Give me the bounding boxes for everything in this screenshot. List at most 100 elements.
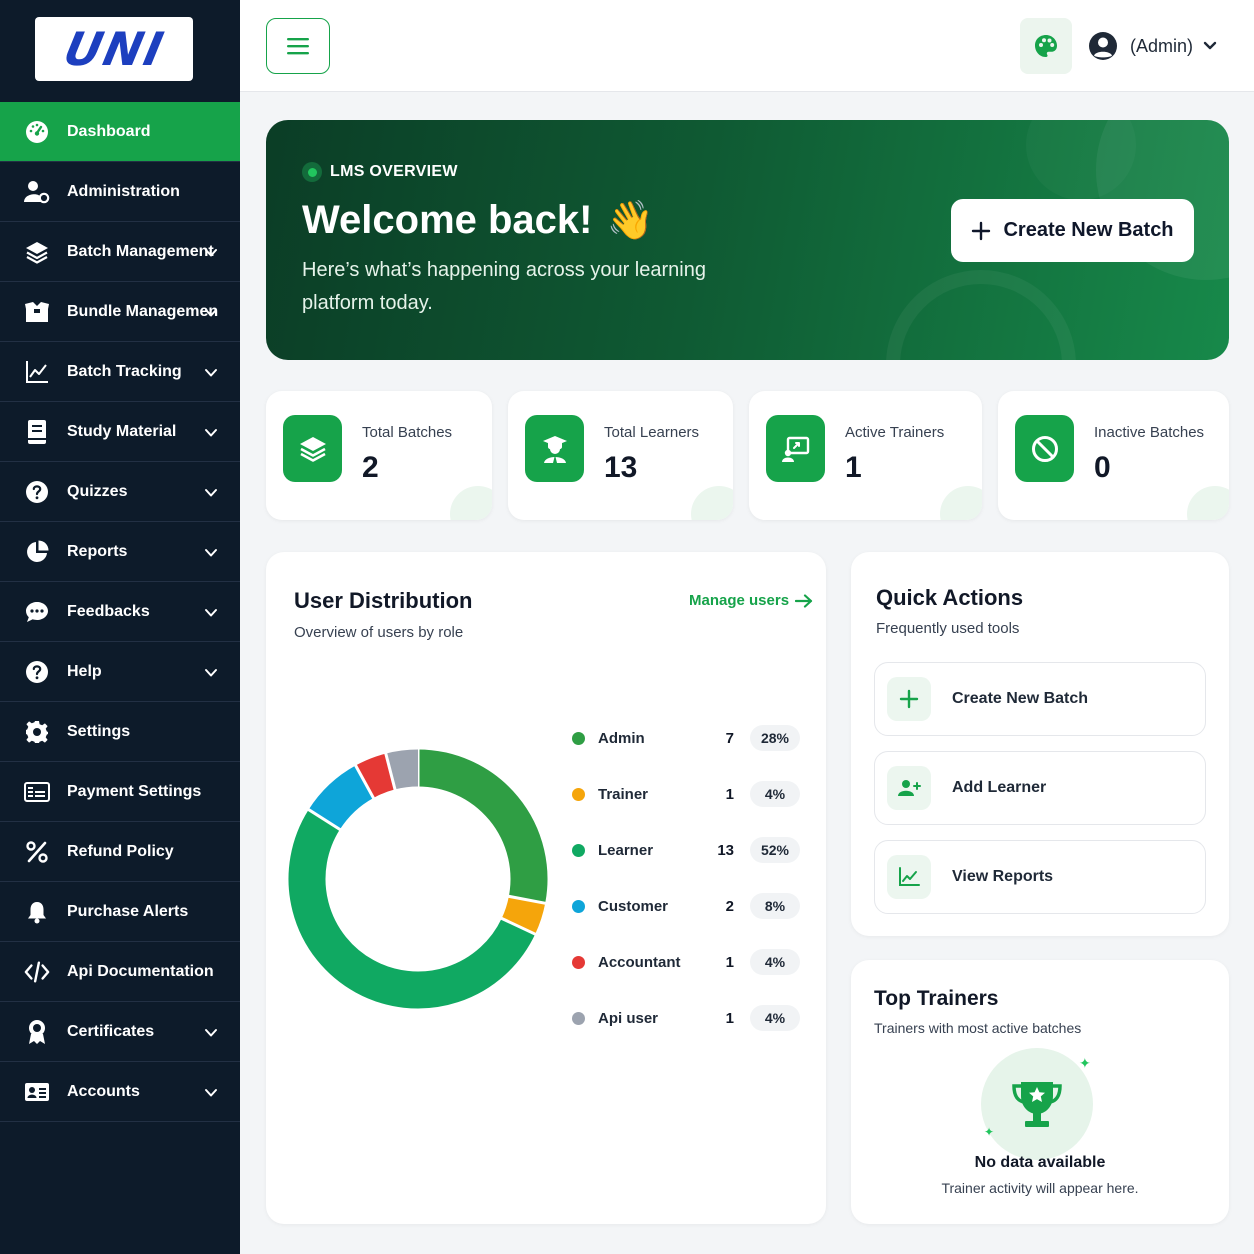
chevron-down-icon[interactable]	[204, 1026, 218, 1044]
sidebar-item-reports[interactable]: Reports	[0, 522, 240, 582]
stat-value: 2	[362, 451, 379, 484]
plus-icon	[887, 677, 931, 721]
topbar: (Admin)	[240, 0, 1254, 92]
donut-slice-admin[interactable]	[417, 749, 548, 904]
sidebar-item-label: Reports	[67, 542, 128, 560]
legend-count: 13	[717, 841, 734, 859]
chevron-down-icon[interactable]	[204, 546, 218, 564]
chevron-down-icon[interactable]	[204, 306, 218, 324]
legend-label: Api user	[598, 1009, 659, 1027]
user-name: (Admin)	[1130, 35, 1194, 56]
ban-icon	[1015, 415, 1074, 482]
chevron-down-icon[interactable]	[204, 486, 218, 504]
legend-percent-badge: 8%	[750, 893, 800, 919]
sidebar-item-purchase-alerts[interactable]: Purchase Alerts	[0, 882, 240, 942]
sidebar-item-dashboard[interactable]: Dashboard	[0, 102, 240, 162]
arrow-right-icon	[795, 593, 813, 608]
logo-text: UNI	[58, 22, 170, 76]
sidebar-item-batch-tracking[interactable]: Batch Tracking	[0, 342, 240, 402]
empty-state-title: No data available	[974, 1154, 1106, 1171]
legend-label: Accountant	[598, 953, 681, 971]
user-plus-icon	[887, 766, 931, 810]
chevron-down-icon[interactable]	[204, 606, 218, 624]
banner-title-text: Welcome back!	[302, 198, 593, 242]
legend-dot	[572, 899, 585, 913]
legend-dot	[572, 731, 585, 745]
sidebar-nav: Dashboard Administration Batch Management B…	[0, 102, 240, 1122]
logo[interactable]: UNI	[35, 17, 193, 81]
id-card-icon	[24, 1079, 50, 1105]
theme-button[interactable]	[1020, 18, 1072, 74]
legend-percent-badge: 4%	[750, 781, 800, 807]
donut-slice-accountant[interactable]	[355, 753, 396, 799]
legend-percent-badge: 4%	[750, 1005, 800, 1031]
sidebar-item-refund-policy[interactable]: Refund Policy	[0, 822, 240, 882]
legend-dot	[572, 955, 585, 969]
quick-action-add-learner[interactable]: Add Learner	[874, 751, 1206, 825]
status-dot-icon	[302, 162, 322, 182]
sidebar-item-payment-settings[interactable]: Payment Settings	[0, 762, 240, 822]
legend-dot	[572, 843, 585, 857]
chevron-down-icon[interactable]	[204, 366, 218, 384]
trophy-icon	[1012, 1082, 1062, 1127]
card-decoration	[691, 486, 733, 520]
donut-slice-trainer[interactable]	[501, 895, 546, 935]
legend-row: Learner 13 52%	[570, 822, 810, 878]
legend-label: Trainer	[598, 785, 649, 803]
sidebar-item-settings[interactable]: Settings	[0, 702, 240, 762]
sidebar-item-label: Quizzes	[67, 482, 128, 500]
sidebar-item-administration[interactable]: Administration	[0, 162, 240, 222]
empty-state-subtitle: Trainer activity will appear here.	[941, 1180, 1139, 1196]
donut-slice-api-user[interactable]	[385, 749, 419, 790]
chevron-down-icon[interactable]	[204, 426, 218, 444]
quick-action-create-batch[interactable]: Create New Batch	[874, 662, 1206, 736]
create-batch-button[interactable]: Create New Batch	[951, 199, 1194, 262]
sidebar-item-bundle-managemen[interactable]: Bundle Managemen	[0, 282, 240, 342]
legend-row: Admin 7 28%	[570, 710, 810, 766]
card-icon	[24, 779, 50, 805]
sidebar-item-label: Dashboard	[67, 122, 151, 140]
card-subtitle: Frequently used tools	[876, 620, 1020, 637]
line-chart-icon	[887, 855, 931, 899]
stat-card-active-trainers[interactable]: Active Trainers 1	[749, 391, 982, 520]
book-icon	[24, 419, 50, 445]
sidebar-item-quizzes[interactable]: Quizzes	[0, 462, 240, 522]
legend-label: Customer	[598, 897, 669, 915]
legend-row: Trainer 1 4%	[570, 766, 810, 822]
chevron-down-icon[interactable]	[204, 1086, 218, 1104]
quick-actions-card: Quick Actions Frequently used tools Crea…	[851, 552, 1229, 936]
sidebar-item-label: Help	[67, 662, 102, 680]
user-menu[interactable]: (Admin)	[1088, 28, 1217, 64]
sidebar-item-api-documentation[interactable]: Api Documentation	[0, 942, 240, 1002]
legend-row: Api user 1 4%	[570, 990, 810, 1046]
donut-slice-customer[interactable]	[308, 765, 374, 830]
legend-count: 1	[725, 785, 734, 803]
sidebar-item-study-material[interactable]: Study Material	[0, 402, 240, 462]
stat-label: Total Learners	[604, 424, 700, 441]
sidebar-item-certificates[interactable]: Certificates	[0, 1002, 240, 1062]
sidebar-item-feedbacks[interactable]: Feedbacks	[0, 582, 240, 642]
stat-card-total-batches[interactable]: Total Batches 2	[266, 391, 492, 520]
donut-slice-learner[interactable]	[288, 809, 536, 1009]
help-icon	[24, 659, 50, 685]
banner-decoration	[886, 270, 1076, 360]
line-chart-icon	[24, 359, 50, 385]
sidebar-item-label: Batch Tracking	[67, 362, 182, 380]
stat-card-inactive-batches[interactable]: Inactive Batches 0	[998, 391, 1229, 520]
plus-icon	[972, 221, 991, 240]
sidebar-item-accounts[interactable]: Accounts	[0, 1062, 240, 1122]
sidebar-item-batch-management[interactable]: Batch Management	[0, 222, 240, 282]
legend-row: Accountant 1 4%	[570, 934, 810, 990]
award-icon	[24, 1019, 50, 1045]
sidebar-item-label: Purchase Alerts	[67, 902, 189, 920]
presentation-icon	[766, 415, 825, 482]
stat-card-total-learners[interactable]: Total Learners 13	[508, 391, 733, 520]
chevron-down-icon[interactable]	[204, 666, 218, 684]
create-batch-label: Create New Batch	[1003, 219, 1174, 241]
menu-toggle-button[interactable]	[266, 18, 330, 74]
chevron-down-icon[interactable]	[204, 246, 218, 264]
sidebar-item-help[interactable]: Help	[0, 642, 240, 702]
quick-action-view-reports[interactable]: View Reports	[874, 840, 1206, 914]
chat-icon	[24, 599, 50, 625]
manage-users-link[interactable]: Manage users	[689, 592, 813, 609]
